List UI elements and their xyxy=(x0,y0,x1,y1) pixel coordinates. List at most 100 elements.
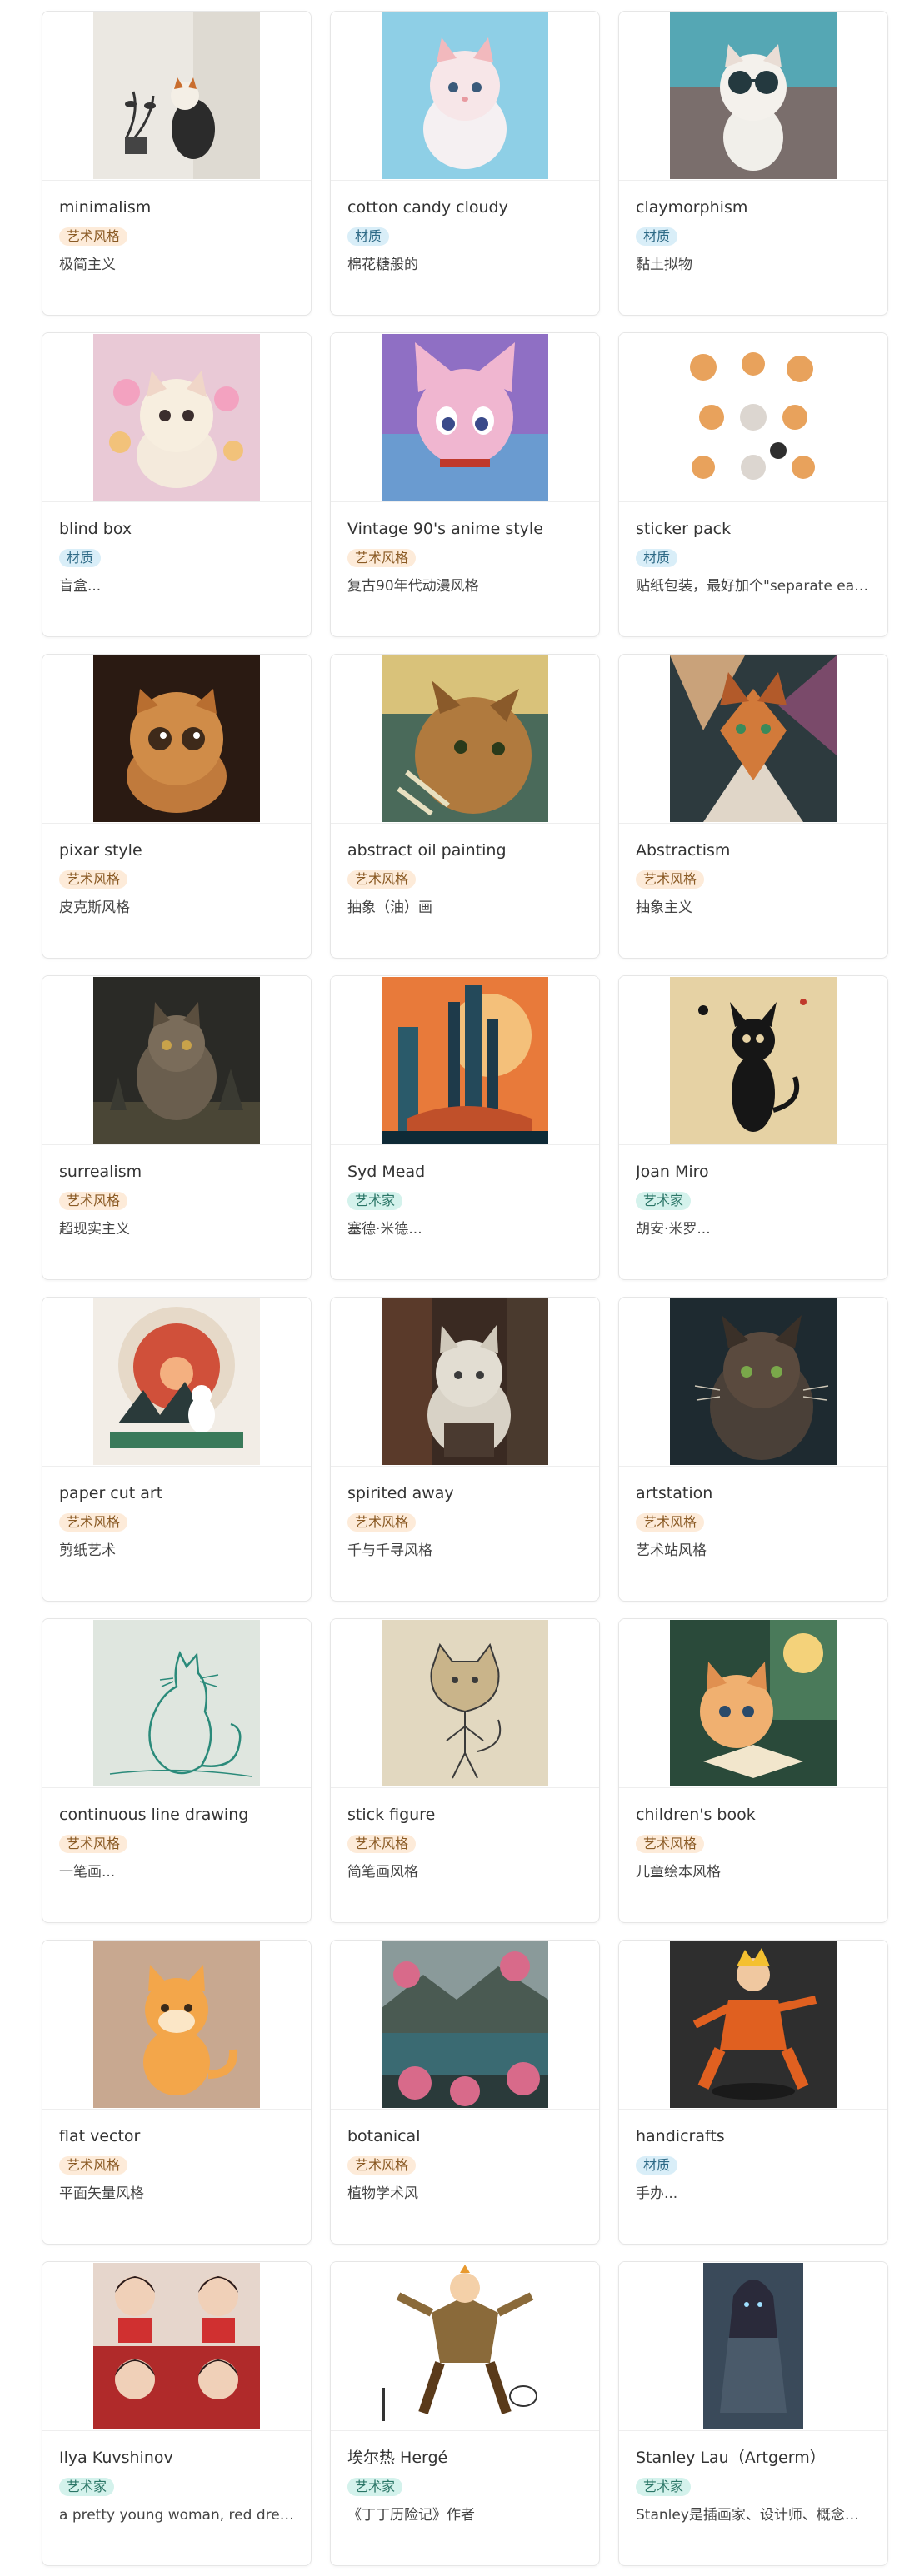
card-title[interactable]: surrealism xyxy=(59,1162,294,1182)
style-card[interactable]: children's book 艺术风格 儿童绘本风格 xyxy=(618,1618,888,1923)
card-title[interactable]: pixar style xyxy=(59,840,294,860)
style-card[interactable]: Joan Miro 艺术家 胡安·米罗... xyxy=(618,975,888,1280)
card-meta: continuous line drawing 艺术风格 一笔画... xyxy=(42,1788,311,1881)
category-tag[interactable]: 材质 xyxy=(636,2156,678,2175)
card-thumbnail[interactable] xyxy=(331,333,599,502)
style-card[interactable]: abstract oil painting 艺术风格 抽象（油）画 xyxy=(330,654,600,959)
category-tag[interactable]: 艺术风格 xyxy=(59,1192,128,1210)
card-title[interactable]: abstract oil painting xyxy=(347,840,582,860)
style-card[interactable]: cotton candy cloudy 材质 棉花糖般的 xyxy=(330,11,600,316)
card-thumbnail[interactable] xyxy=(42,1298,311,1467)
category-tag[interactable]: 材质 xyxy=(636,549,678,567)
card-title[interactable]: flat vector xyxy=(59,2126,294,2146)
style-card[interactable]: paper cut art 艺术风格 剪纸艺术 xyxy=(42,1297,312,1602)
category-tag[interactable]: 艺术家 xyxy=(636,1192,692,1210)
style-card[interactable]: sticker pack 材质 贴纸包装，最好加个"separate each ..… xyxy=(618,332,888,637)
card-thumbnail[interactable] xyxy=(619,1298,887,1467)
style-card[interactable]: Vintage 90's anime style 艺术风格 复古90年代动漫风格 xyxy=(330,332,600,637)
card-title[interactable]: 埃尔热 Hergé xyxy=(347,2448,582,2468)
card-thumbnail[interactable] xyxy=(42,333,311,502)
card-title[interactable]: spirited away xyxy=(347,1483,582,1503)
card-thumbnail[interactable] xyxy=(619,333,887,502)
card-title[interactable]: handicrafts xyxy=(636,2126,871,2146)
card-thumbnail[interactable] xyxy=(619,1941,887,2110)
category-tag[interactable]: 艺术风格 xyxy=(347,1835,417,1853)
style-card[interactable]: Ilya Kuvshinov 艺术家 a pretty young woman, r… xyxy=(42,2261,312,2566)
card-title[interactable]: paper cut art xyxy=(59,1483,294,1503)
card-title[interactable]: Abstractism xyxy=(636,840,871,860)
style-card[interactable]: pixar style 艺术风格 皮克斯风格 xyxy=(42,654,312,959)
card-title[interactable]: minimalism xyxy=(59,197,294,217)
style-card[interactable]: minimalism 艺术风格 极简主义 xyxy=(42,11,312,316)
style-card[interactable]: botanical 艺术风格 植物学术风 xyxy=(330,1940,600,2245)
card-thumbnail[interactable] xyxy=(331,1619,599,1788)
category-tag[interactable]: 艺术风格 xyxy=(59,227,128,246)
category-tag[interactable]: 艺术风格 xyxy=(636,1513,705,1532)
card-title[interactable]: claymorphism xyxy=(636,197,871,217)
card-meta: stick figure 艺术风格 简笔画风格 xyxy=(331,1788,599,1881)
category-tag[interactable]: 艺术风格 xyxy=(59,1835,128,1853)
category-tag[interactable]: 艺术风格 xyxy=(59,1513,128,1532)
style-card[interactable]: Stanley Lau（Artgerm） 艺术家 Stanley是插画家、设计师、概… xyxy=(618,2261,888,2566)
card-title[interactable]: continuous line drawing xyxy=(59,1805,294,1825)
category-tag[interactable]: 艺术家 xyxy=(636,2478,692,2496)
card-title[interactable]: blind box xyxy=(59,519,294,539)
card-title[interactable]: children's book xyxy=(636,1805,871,1825)
card-thumbnail[interactable] xyxy=(42,2262,311,2431)
card-title[interactable]: Ilya Kuvshinov xyxy=(59,2448,294,2468)
card-title[interactable]: artstation xyxy=(636,1483,871,1503)
style-card[interactable]: surrealism 艺术风格 超现实主义 xyxy=(42,975,312,1280)
card-meta: flat vector 艺术风格 平面矢量风格 xyxy=(42,2110,311,2203)
card-thumbnail[interactable] xyxy=(619,2262,887,2431)
card-title[interactable]: Syd Mead xyxy=(347,1162,582,1182)
style-card[interactable]: artstation 艺术风格 艺术站风格 xyxy=(618,1297,888,1602)
card-thumbnail[interactable] xyxy=(619,976,887,1145)
style-card[interactable]: Abstractism 艺术风格 抽象主义 xyxy=(618,654,888,959)
category-tag[interactable]: 艺术风格 xyxy=(636,870,705,889)
category-tag[interactable]: 艺术风格 xyxy=(347,1513,417,1532)
card-title[interactable]: stick figure xyxy=(347,1805,582,1825)
style-card[interactable]: 埃尔热 Hergé 艺术家 《丁丁历险记》作者 xyxy=(330,2261,600,2566)
category-tag[interactable]: 材质 xyxy=(636,227,678,246)
card-title[interactable]: Vintage 90's anime style xyxy=(347,519,582,539)
card-title[interactable]: botanical xyxy=(347,2126,582,2146)
card-thumbnail[interactable] xyxy=(42,12,311,181)
card-thumbnail[interactable] xyxy=(331,2262,599,2431)
card-thumbnail[interactable] xyxy=(331,655,599,824)
category-tag[interactable]: 艺术家 xyxy=(347,1192,403,1210)
category-tag[interactable]: 艺术家 xyxy=(347,2478,403,2496)
category-tag[interactable]: 艺术风格 xyxy=(347,549,417,567)
card-title[interactable]: sticker pack xyxy=(636,519,871,539)
card-thumbnail[interactable] xyxy=(331,1941,599,2110)
style-card[interactable]: spirited away 艺术风格 千与千寻风格 xyxy=(330,1297,600,1602)
style-card[interactable]: Syd Mead 艺术家 塞德·米德... xyxy=(330,975,600,1280)
card-thumbnail[interactable] xyxy=(619,655,887,824)
card-thumbnail[interactable] xyxy=(331,1298,599,1467)
card-title[interactable]: Joan Miro xyxy=(636,1162,871,1182)
card-thumbnail[interactable] xyxy=(331,12,599,181)
card-thumbnail[interactable] xyxy=(619,1619,887,1788)
category-tag[interactable]: 艺术风格 xyxy=(347,870,417,889)
category-tag[interactable]: 艺术风格 xyxy=(636,1835,705,1853)
card-thumbnail[interactable] xyxy=(42,976,311,1145)
style-card[interactable]: continuous line drawing 艺术风格 一笔画... xyxy=(42,1618,312,1923)
category-tag[interactable]: 材质 xyxy=(59,549,102,567)
category-tag[interactable]: 艺术家 xyxy=(59,2478,115,2496)
card-thumbnail[interactable] xyxy=(42,1941,311,2110)
card-thumbnail[interactable] xyxy=(619,12,887,181)
card-thumbnail[interactable] xyxy=(42,1619,311,1788)
category-tag[interactable]: 艺术风格 xyxy=(59,870,128,889)
style-card[interactable]: claymorphism 材质 黏土拟物 xyxy=(618,11,888,316)
card-thumbnail[interactable] xyxy=(42,655,311,824)
style-card[interactable]: stick figure 艺术风格 简笔画风格 xyxy=(330,1618,600,1923)
category-tag[interactable]: 艺术风格 xyxy=(59,2156,128,2175)
card-thumbnail[interactable] xyxy=(331,976,599,1145)
style-card[interactable]: flat vector 艺术风格 平面矢量风格 xyxy=(42,1940,312,2245)
card-title[interactable]: cotton candy cloudy xyxy=(347,197,582,217)
category-tag[interactable]: 材质 xyxy=(347,227,390,246)
card-title[interactable]: Stanley Lau（Artgerm） xyxy=(636,2448,871,2468)
style-card[interactable]: handicrafts 材质 手办... xyxy=(618,1940,888,2245)
category-tag[interactable]: 艺术风格 xyxy=(347,2156,417,2175)
style-card[interactable]: blind box 材质 盲盒... xyxy=(42,332,312,637)
kuvshinov-portraits-icon xyxy=(93,2263,260,2429)
